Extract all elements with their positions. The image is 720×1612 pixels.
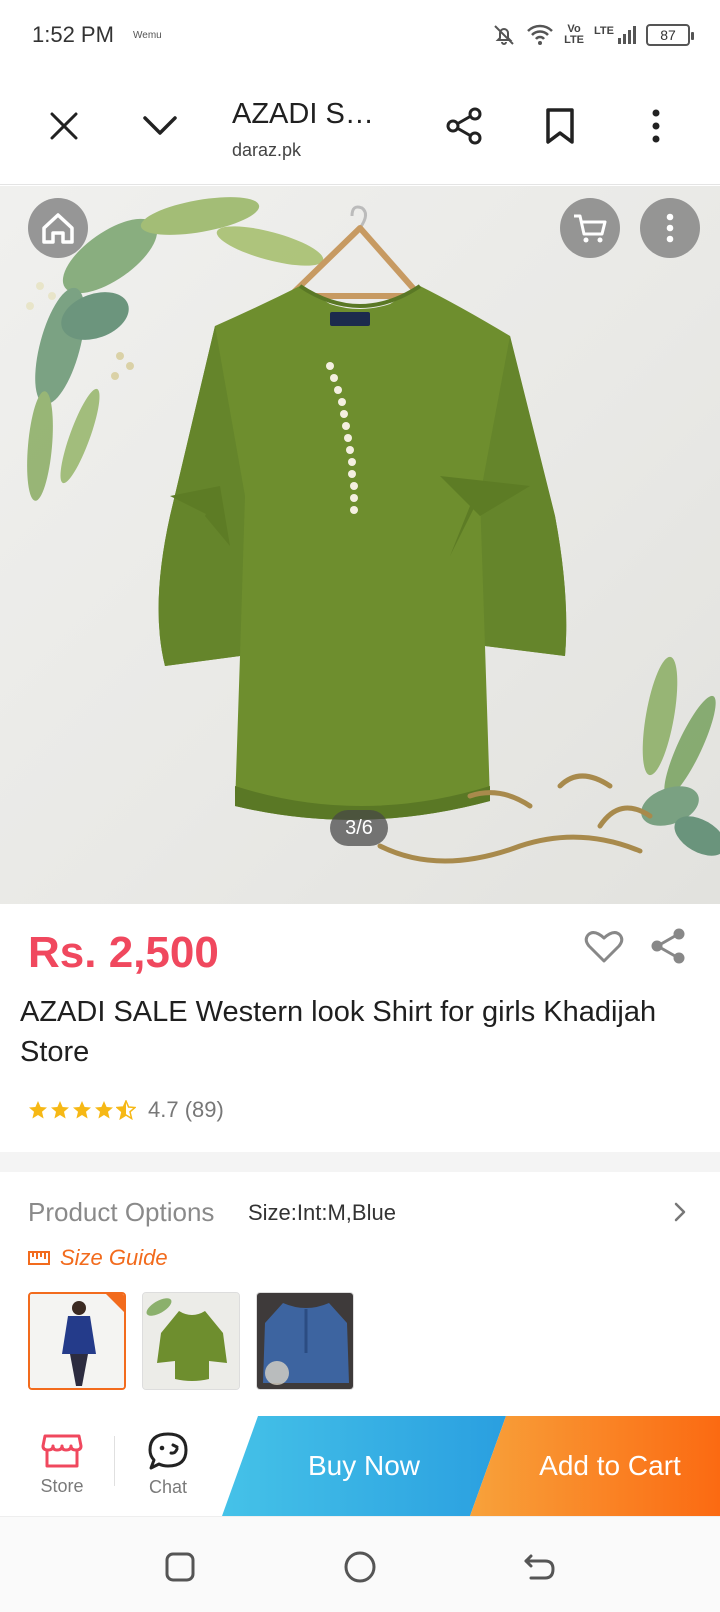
buy-now-button[interactable]: Buy Now bbox=[222, 1416, 506, 1516]
product-options-value[interactable]: Size:Int:M,Blue bbox=[248, 1200, 396, 1226]
volte-label: Vo LTE bbox=[564, 23, 585, 46]
product-photo bbox=[26, 197, 720, 864]
page-title: AZADI SALE Western look Shirt for girls … bbox=[232, 98, 392, 130]
chevron-right-icon[interactable] bbox=[668, 1198, 692, 1226]
share-button[interactable] bbox=[436, 98, 492, 154]
system-nav-bar bbox=[0, 1516, 720, 1612]
collapse-button[interactable] bbox=[132, 98, 188, 154]
add-to-cart-button[interactable]: Add to Cart bbox=[470, 1416, 720, 1516]
battery-icon: 87 bbox=[646, 24, 694, 46]
ruler-icon bbox=[28, 1251, 50, 1265]
section-divider bbox=[0, 1152, 720, 1172]
home-nav-button[interactable] bbox=[332, 1539, 388, 1595]
more-vert-icon bbox=[666, 213, 674, 243]
variant-thumbnail-denim[interactable] bbox=[256, 1292, 354, 1390]
chat-icon bbox=[148, 1432, 188, 1469]
mute-bell-icon bbox=[494, 25, 514, 45]
signal-icon: LTE bbox=[594, 26, 636, 44]
leaf-decoration-bottom bbox=[641, 656, 720, 856]
denim-shirt-image bbox=[257, 1293, 353, 1389]
back-icon bbox=[524, 1554, 555, 1580]
chat-button[interactable]: Chat bbox=[118, 1414, 218, 1514]
lte-label: LTE bbox=[594, 25, 614, 37]
rating-text: 4.7 (89) bbox=[148, 1097, 224, 1122]
gallery-more-button[interactable] bbox=[640, 198, 700, 258]
wishlist-button[interactable] bbox=[580, 922, 628, 970]
share-icon bbox=[446, 107, 482, 145]
bookmark-icon bbox=[546, 108, 574, 144]
bookmark-button[interactable] bbox=[532, 98, 588, 154]
blue-top-model-image bbox=[30, 1294, 124, 1388]
size-guide-text: Size Guide bbox=[60, 1245, 168, 1270]
share-icon bbox=[651, 928, 685, 964]
store-label: Store bbox=[40, 1475, 84, 1496]
product-price: Rs. 2,500 bbox=[28, 928, 219, 977]
home-button[interactable] bbox=[28, 198, 88, 258]
bottom-action-bar: Store Chat Buy Now Add to Cart bbox=[0, 1414, 720, 1516]
close-button[interactable] bbox=[36, 98, 92, 154]
cart-button[interactable] bbox=[560, 198, 620, 258]
star-icon bbox=[51, 1101, 69, 1119]
product-share-button[interactable] bbox=[644, 922, 692, 970]
home-icon bbox=[42, 213, 74, 244]
store-button[interactable]: Store bbox=[12, 1414, 112, 1514]
back-button[interactable] bbox=[512, 1539, 568, 1595]
product-title: AZADI SALE Western look Shirt for girls … bbox=[20, 996, 657, 1068]
size-guide-link[interactable]: Size Guide bbox=[28, 1245, 168, 1271]
wifi-icon bbox=[527, 24, 553, 45]
product-options-label: Product Options bbox=[28, 1197, 215, 1227]
more-menu-button[interactable] bbox=[628, 98, 684, 154]
recents-icon bbox=[165, 1552, 195, 1582]
home-circle-icon bbox=[344, 1551, 376, 1583]
close-icon bbox=[50, 112, 78, 140]
status-bar: 1:52 PM Wemu Vo LTE LTE 87 bbox=[0, 0, 720, 70]
green-shirt-image bbox=[143, 1293, 239, 1389]
cart-icon bbox=[574, 214, 607, 243]
star-icon bbox=[73, 1101, 91, 1119]
action-separator bbox=[114, 1436, 115, 1486]
variant-thumbnail-blue[interactable] bbox=[28, 1292, 126, 1390]
star-icon bbox=[95, 1101, 113, 1119]
more-vert-icon bbox=[652, 109, 660, 143]
star-icon bbox=[29, 1101, 47, 1119]
status-app-label: Wemu bbox=[133, 30, 162, 41]
image-counter: 3/6 bbox=[330, 810, 388, 846]
chat-label: Chat bbox=[148, 1476, 188, 1497]
variant-thumbnails bbox=[28, 1292, 354, 1390]
chevron-down-icon bbox=[143, 116, 177, 135]
product-image-gallery[interactable]: 3/6 bbox=[0, 186, 720, 904]
variant-thumbnail-green[interactable] bbox=[142, 1292, 240, 1390]
store-icon bbox=[41, 1434, 83, 1467]
browser-toolbar: AZADI SALE Western look Shirt for girls … bbox=[0, 70, 720, 185]
heart-icon bbox=[584, 931, 624, 963]
status-time: 1:52 PM bbox=[32, 22, 114, 47]
page-url: daraz.pk bbox=[232, 140, 302, 160]
status-icons: Vo LTE LTE 87 bbox=[492, 20, 694, 50]
battery-level: 87 bbox=[660, 27, 676, 43]
recents-button[interactable] bbox=[152, 1539, 208, 1595]
star-half-icon bbox=[116, 1100, 136, 1120]
rating[interactable]: 4.7 (89) bbox=[28, 1097, 224, 1123]
